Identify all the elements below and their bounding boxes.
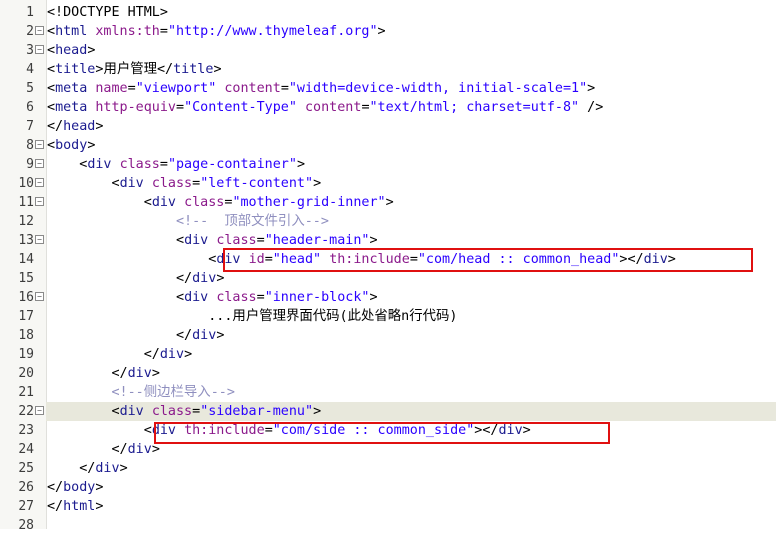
line-number: 28 (18, 518, 34, 533)
fold-toggle-icon[interactable]: − (35, 197, 44, 206)
line-number: 20 (18, 366, 34, 381)
code-text: <meta http-equiv="Content-Type" content=… (47, 100, 604, 115)
code-text: <!--侧边栏导入--> (111, 385, 235, 400)
code-line[interactable]: 2− <html xmlns:th="http://www.thymeleaf.o… (0, 22, 776, 41)
code-text: <div class="mother-grid-inner"> (143, 195, 394, 210)
fold-toggle-icon[interactable]: − (35, 26, 44, 35)
fold-toggle-icon[interactable]: − (35, 406, 44, 415)
code-line[interactable]: 10− <div class="left-content"> (0, 174, 776, 193)
line-number: 26 (18, 480, 34, 495)
code-text: </head> (47, 119, 104, 134)
code-text: </html> (47, 499, 104, 514)
code-line[interactable]: 8− <body> (0, 136, 776, 155)
code-editor[interactable]: 1 <!DOCTYPE HTML> 2− <html xmlns:th="http:/… (0, 0, 776, 533)
code-line[interactable]: 4 <title>用户管理</title> (0, 60, 776, 79)
line-number: 22 (18, 404, 34, 419)
fold-toggle-icon[interactable]: − (35, 235, 44, 244)
line-number: 23 (18, 423, 34, 438)
code-text: <!DOCTYPE HTML> (47, 5, 168, 20)
code-line[interactable]: 12 <!-- 顶部文件引入--> (0, 212, 776, 231)
code-text: <div class="sidebar-menu"> (111, 404, 322, 419)
line-number: 24 (18, 442, 34, 457)
line-number: 4 (26, 62, 34, 77)
code-line[interactable]: 5 <meta name="viewport" content="width=de… (0, 79, 776, 98)
code-text: </div> (176, 328, 225, 343)
line-number: 18 (18, 328, 34, 343)
code-line[interactable]: 17 ...用户管理界面代码(此处省略n行代码) (0, 307, 776, 326)
code-line[interactable]: 3− <head> (0, 41, 776, 60)
line-number: 2 (26, 24, 34, 39)
fold-toggle-icon[interactable]: − (35, 159, 44, 168)
line-number: 21 (18, 385, 34, 400)
line-number: 10 (18, 176, 34, 191)
code-line[interactable]: 6 <meta http-equiv="Content-Type" content… (0, 98, 776, 117)
code-line[interactable]: 26 </body> (0, 478, 776, 497)
code-line[interactable]: 22− <div class="sidebar-menu"> (0, 402, 776, 421)
line-number: 16 (18, 290, 34, 305)
code-line[interactable]: 28 (0, 516, 776, 535)
code-text: <html xmlns:th="http://www.thymeleaf.org… (47, 24, 386, 39)
line-number: 1 (26, 5, 34, 20)
code-line[interactable]: 27 </html> (0, 497, 776, 516)
code-line[interactable]: 18 </div> (0, 326, 776, 345)
code-text: <!-- 顶部文件引入--> (176, 214, 329, 229)
code-text: <meta name="viewport" content="width=dev… (47, 81, 596, 96)
code-line[interactable]: 19 </div> (0, 345, 776, 364)
line-number: 17 (18, 309, 34, 324)
line-number: 8 (26, 138, 34, 153)
line-number: 11 (18, 195, 34, 210)
line-number: 5 (26, 81, 34, 96)
line-number: 9 (26, 157, 34, 172)
code-text: </div> (111, 442, 160, 457)
line-number: 6 (26, 100, 34, 115)
line-number: 3 (26, 43, 34, 58)
code-line[interactable]: 9− <div class="page-container"> (0, 155, 776, 174)
code-line[interactable]: 21 <!--侧边栏导入--> (0, 383, 776, 402)
code-text: <title>用户管理</title> (47, 62, 222, 77)
fold-toggle-icon[interactable]: − (35, 178, 44, 187)
line-number: 14 (18, 252, 34, 267)
code-line[interactable]: 11− <div class="mother-grid-inner"> (0, 193, 776, 212)
code-text: </div> (176, 271, 225, 286)
code-text: ...用户管理界面代码(此处省略n行代码) (208, 309, 458, 324)
code-line[interactable]: 1 <!DOCTYPE HTML> (0, 3, 776, 22)
line-number: 27 (18, 499, 34, 514)
code-text: </div> (79, 461, 128, 476)
code-line[interactable]: 25 </div> (0, 459, 776, 478)
code-text: <div class="inner-block"> (176, 290, 378, 305)
code-text: <div class="left-content"> (111, 176, 322, 191)
code-text: <body> (47, 138, 96, 153)
code-text: </body> (47, 480, 104, 495)
code-text: <head> (47, 43, 96, 58)
line-number: 13 (18, 233, 34, 248)
code-line[interactable]: 20 </div> (0, 364, 776, 383)
line-number: 25 (18, 461, 34, 476)
line-number: 12 (18, 214, 34, 229)
code-text: </div> (143, 347, 193, 362)
code-text: </div> (111, 366, 160, 381)
line-number: 15 (18, 271, 34, 286)
line-number: 19 (18, 347, 34, 362)
code-text: <div class="page-container"> (79, 157, 305, 172)
fold-toggle-icon[interactable]: − (35, 140, 44, 149)
fold-toggle-icon[interactable]: − (35, 45, 44, 54)
line-number: 7 (26, 119, 34, 134)
fold-toggle-icon[interactable]: − (35, 292, 44, 301)
highlight-box-head-include (223, 248, 753, 272)
code-line[interactable]: 7 </head> (0, 117, 776, 136)
highlight-box-side-include (154, 422, 610, 444)
code-line[interactable]: 16− <div class="inner-block"> (0, 288, 776, 307)
